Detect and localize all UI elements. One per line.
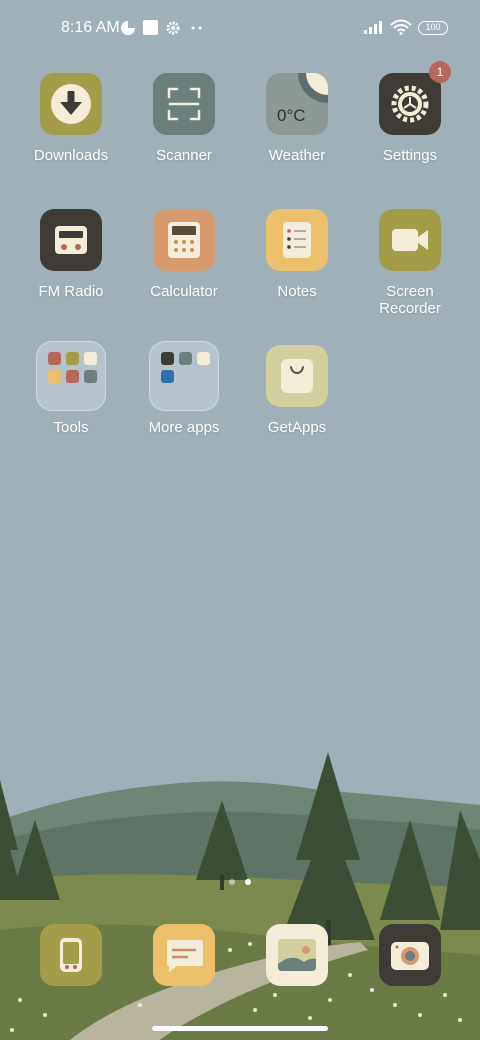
mini-app-icon: [84, 370, 97, 383]
folder-icon: [149, 341, 219, 411]
data-saver-icon: [121, 21, 135, 35]
download-icon: [51, 84, 91, 124]
app-weather[interactable]: 0°C Weather: [241, 73, 353, 164]
app-settings[interactable]: 1 Settings: [354, 61, 466, 164]
app-fm-radio[interactable]: FM Radio: [15, 209, 127, 300]
notification-badge: 1: [429, 61, 451, 83]
wifi-icon: [390, 19, 412, 35]
calculator-icon: [168, 222, 200, 258]
folder-more-apps[interactable]: More apps: [128, 341, 240, 436]
app-label: Calculator: [150, 283, 218, 300]
mini-app-icon: [48, 370, 61, 383]
page-dot[interactable]: [229, 879, 235, 885]
amazon-icon: [161, 352, 174, 365]
shopping-bag-icon: [281, 359, 313, 393]
signal-icon: [364, 21, 382, 34]
status-bar: 8:16 AM 100: [0, 0, 480, 56]
more-dots-icon: [191, 26, 202, 30]
home-indicator[interactable]: [152, 1026, 328, 1031]
square-notification-icon: [143, 20, 158, 35]
app-label: Scanner: [156, 147, 212, 164]
scan-icon: [167, 87, 201, 121]
app-label: Screen Recorder: [379, 283, 441, 317]
app-label: Downloads: [33, 147, 109, 164]
gallery-icon: [278, 939, 316, 971]
app-label: More apps: [148, 419, 220, 436]
app-label: FM Radio: [38, 283, 104, 300]
mini-app-icon: [84, 352, 97, 365]
mini-app-icon: [48, 352, 61, 365]
battery-level: 100: [425, 22, 441, 32]
radio-icon: [55, 226, 87, 254]
app-calculator[interactable]: Calculator: [128, 209, 240, 300]
battery-icon: 100: [418, 21, 448, 35]
mini-app-icon: [66, 352, 79, 365]
weather-temperature: 0°C: [277, 106, 306, 125]
dock-gallery[interactable]: [266, 924, 328, 986]
notes-icon: [283, 222, 311, 258]
app-label: GetApps: [267, 419, 327, 436]
video-camera-icon: [392, 229, 428, 251]
camera-icon: [391, 942, 429, 970]
app-downloads[interactable]: Downloads: [15, 73, 127, 164]
mini-app-icon: [66, 370, 79, 383]
app-label: Tools: [53, 419, 89, 436]
dock-phone[interactable]: [40, 924, 102, 986]
page-dot-active[interactable]: [245, 879, 251, 885]
app-scanner[interactable]: Scanner: [128, 73, 240, 164]
facebook-icon: [179, 352, 192, 365]
message-icon: [167, 940, 203, 972]
app-label: Settings: [382, 147, 438, 164]
app-screen-recorder[interactable]: Screen Recorder: [354, 209, 466, 317]
app-getapps[interactable]: GetApps: [241, 345, 353, 436]
mini-app-icon: [197, 352, 210, 365]
app-notes[interactable]: Notes: [241, 209, 353, 300]
linkedin-icon: [161, 370, 174, 383]
app-label: Weather: [268, 147, 326, 164]
dock-messages[interactable]: [153, 924, 215, 986]
gear-icon: [391, 85, 429, 123]
folder-tools[interactable]: Tools: [15, 341, 127, 436]
gear-icon: [166, 21, 180, 35]
status-time: 8:16 AM: [61, 19, 120, 36]
app-label: Notes: [277, 283, 317, 300]
phone-icon: [60, 938, 82, 972]
folder-icon: [36, 341, 106, 411]
dock-camera[interactable]: [379, 924, 441, 986]
